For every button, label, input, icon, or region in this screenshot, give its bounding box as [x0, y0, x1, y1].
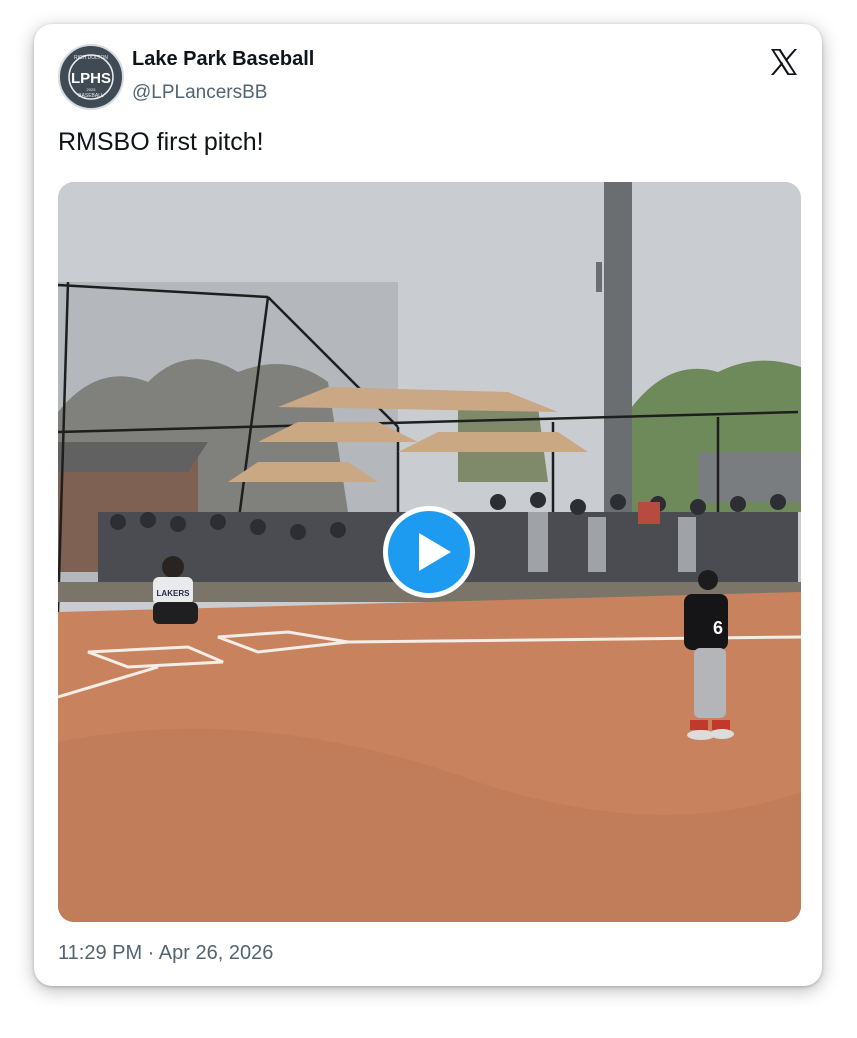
x-logo-icon[interactable]	[768, 46, 800, 78]
avatar-year: 2025	[87, 87, 97, 92]
jersey-number: 6	[713, 618, 723, 638]
video-thumbnail[interactable]: LAKERS 6	[58, 182, 801, 922]
tweet-timestamp[interactable]: 11:29 PM · Apr 26, 2026	[58, 942, 273, 965]
avatar-ring-top: RICH DOLTON	[74, 55, 108, 61]
avatar-logo: LPHS RICH DOLTON BASEBALL 2025	[61, 47, 121, 107]
play-icon	[388, 511, 470, 593]
play-button[interactable]	[383, 506, 475, 598]
avatar[interactable]: LPHS RICH DOLTON BASEBALL 2025	[58, 44, 124, 110]
tweet-card[interactable]: LPHS RICH DOLTON BASEBALL 2025 Lake Park…	[34, 24, 822, 986]
author-handle[interactable]: @LPLancersBB	[132, 82, 267, 104]
avatar-monogram: LPHS	[71, 70, 111, 87]
page: LPHS RICH DOLTON BASEBALL 2025 Lake Park…	[0, 0, 857, 1038]
author-name[interactable]: Lake Park Baseball	[132, 48, 314, 71]
jersey-text: LAKERS	[157, 589, 191, 598]
avatar-ring-bottom: BASEBALL	[78, 93, 104, 99]
tweet-text: RMSBO first pitch!	[58, 128, 264, 156]
